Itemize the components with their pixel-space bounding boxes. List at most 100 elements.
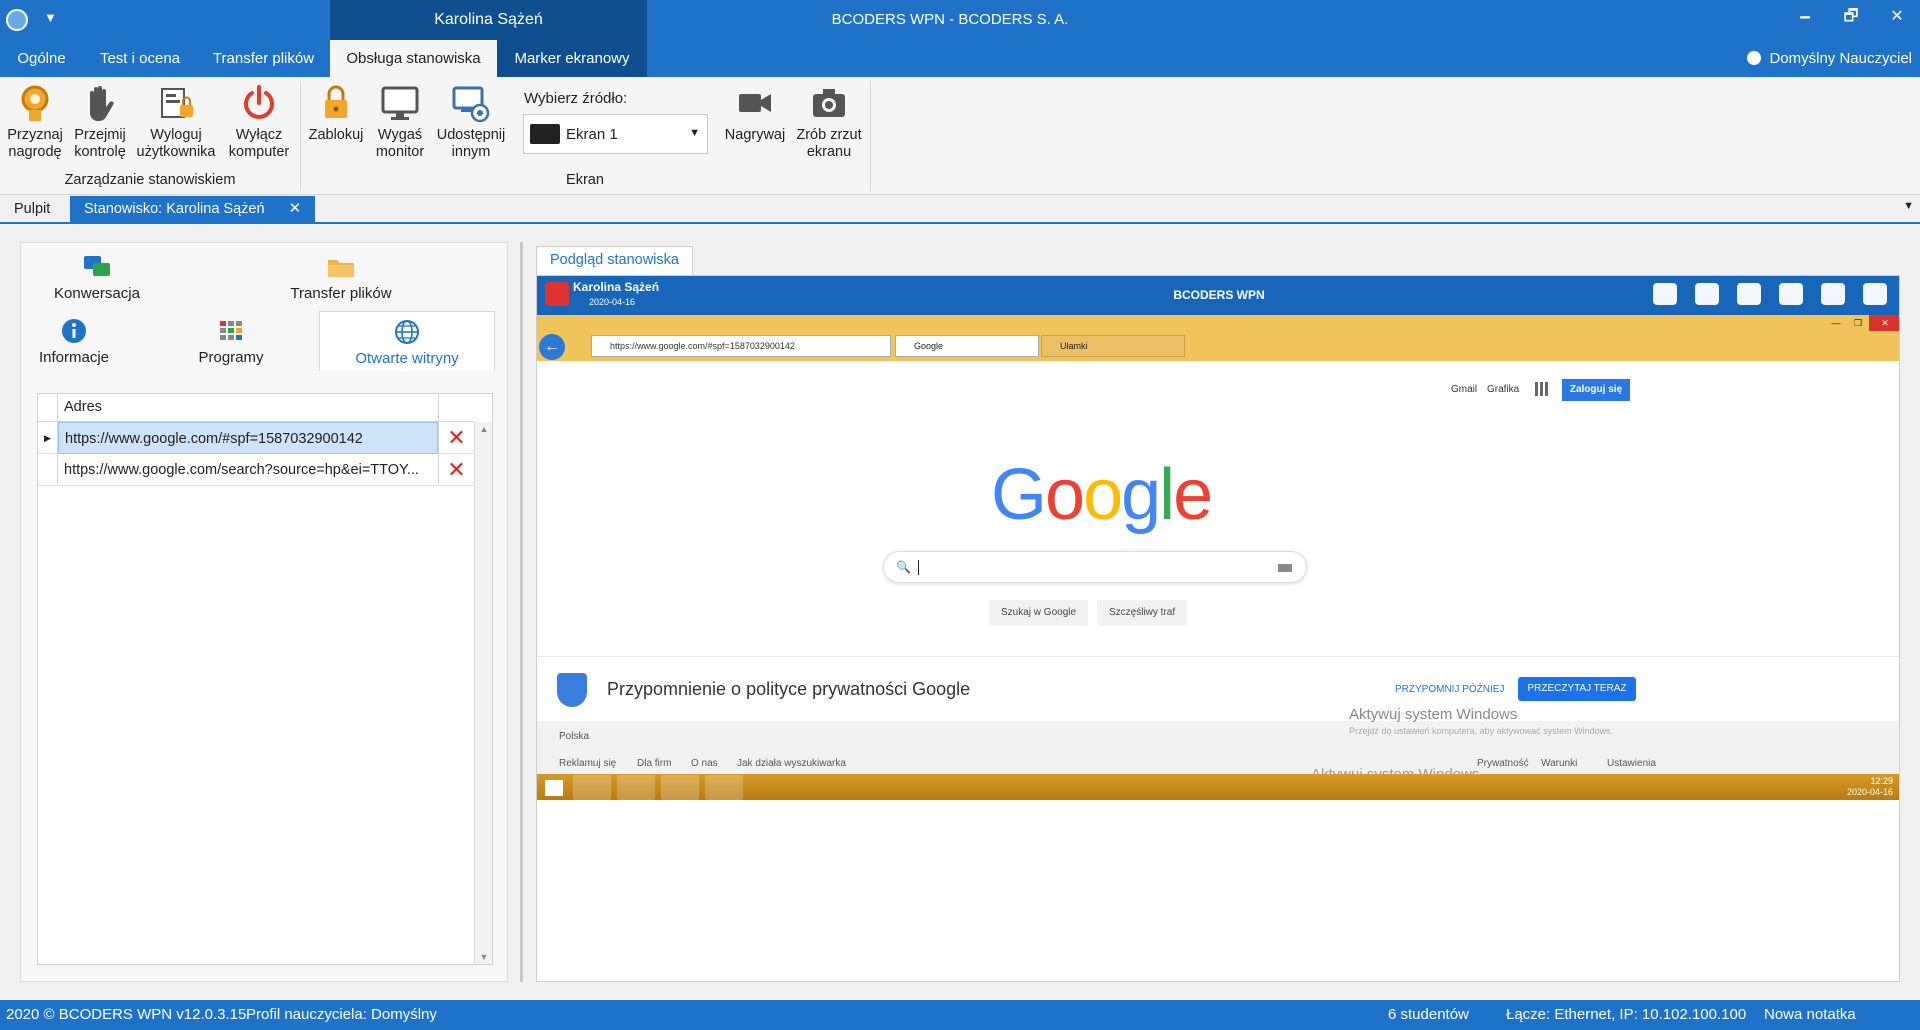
ribbon: Przyznaj nagrodę Przejmij kontrolę Wylog… xyxy=(0,77,1920,195)
screenshot-button[interactable]: Zrób zrzut ekranu xyxy=(790,83,868,161)
grid-header: Adres xyxy=(38,394,474,422)
tile-open-sites[interactable]: Otwarte witryny xyxy=(319,311,495,371)
screen-group-label: Ekran xyxy=(566,172,604,188)
vertical-scrollbar[interactable]: ▲ ▼ xyxy=(474,422,492,964)
minimize-icon[interactable]: 🗕 xyxy=(1782,0,1828,40)
table-row[interactable]: https://www.google.com/search?source=hp&… xyxy=(38,454,474,486)
footer-link: Jak działa wyszukiwarka xyxy=(737,758,846,769)
record-button[interactable]: Nagrywaj xyxy=(722,83,788,144)
google-footer: Polska Reklamuj się Dla firm O nas Jak d… xyxy=(537,721,1899,774)
logout-label-2: użytkownika xyxy=(136,144,216,160)
store-icon xyxy=(661,775,699,800)
images-link: Grafika xyxy=(1487,384,1520,395)
google-search-button: Szukaj w Google xyxy=(989,600,1089,626)
info-icon xyxy=(62,319,86,343)
take-control-label-2: kontrolę xyxy=(74,144,126,160)
screenshot-label-2: ekranu xyxy=(806,144,852,160)
chevron-down-icon: ▼ xyxy=(689,127,700,139)
award-icon xyxy=(21,85,49,121)
footer-link: Warunki xyxy=(1541,758,1578,769)
source-label: Wybierz źródło: xyxy=(524,90,628,107)
tile-conversation[interactable]: Konwersacja xyxy=(29,253,165,307)
blank-monitor-button[interactable]: Wygaś monitor xyxy=(370,83,430,161)
tabs-menu-icon[interactable]: ▼ xyxy=(1903,200,1914,212)
photo-camera-icon xyxy=(813,89,845,117)
blank-monitor-label-1: Wygaś xyxy=(377,127,423,143)
scroll-up-icon[interactable]: ▲ xyxy=(475,424,493,434)
tab-obsluga-stanowiska[interactable]: Obsługa stanowiska xyxy=(330,40,497,77)
remote-address-bar: https://www.google.com/#spf=158703290014… xyxy=(591,335,891,357)
row-gutter xyxy=(38,454,58,486)
teacher-name: Domyślny Nauczyciel xyxy=(1769,50,1912,67)
remote-clock: 12:29 2020-04-16 xyxy=(1847,776,1893,798)
record-label: Nagrywaj xyxy=(724,127,786,143)
close-icon[interactable]: ✕ xyxy=(1874,0,1920,40)
keyboard-icon xyxy=(1278,564,1292,572)
workstation-preview[interactable]: Karolina Sążeń 2020-04-16 BCODERS WPN ← … xyxy=(536,275,1900,982)
share-label-2: innym xyxy=(451,144,491,160)
teacher-profile[interactable]: Domyślny Nauczyciel xyxy=(1747,40,1912,77)
restore-icon[interactable]: 🗗 xyxy=(1828,0,1874,40)
shutdown-button[interactable]: Wyłącz komputer xyxy=(222,83,296,161)
share-screen-icon xyxy=(452,86,490,123)
take-control-button[interactable]: Przejmij kontrolę xyxy=(68,83,132,161)
shutdown-label-1: Wyłącz xyxy=(235,127,283,143)
source-select[interactable]: Ekran 1 ▼ xyxy=(523,114,708,154)
tile-info[interactable]: Informacje xyxy=(29,317,119,371)
country-label: Polska xyxy=(559,731,590,742)
footer-link: Ustawienia xyxy=(1607,758,1656,769)
delete-icon[interactable]: ✕ xyxy=(438,454,474,486)
award-button[interactable]: Przyznaj nagrodę xyxy=(4,83,66,161)
scroll-down-icon[interactable]: ▼ xyxy=(475,952,493,962)
network-status: Łącze: Ethernet, IP: 10.102.100.100 xyxy=(1506,1006,1747,1023)
activate-windows-hint: Przejdź do ustawień komputera, aby aktyw… xyxy=(1349,726,1614,736)
site-url[interactable]: https://www.google.com/#spf=158703290014… xyxy=(58,422,438,454)
power-icon xyxy=(244,85,274,119)
version-text: 2020 © BCODERS WPN v12.0.3.15 xyxy=(6,1006,247,1023)
tab-workstation-preview[interactable]: Podgląd stanowiska xyxy=(536,246,693,275)
folder-icon xyxy=(328,260,354,277)
remote-browser-bar: ← https://www.google.com/#spf=1587032900… xyxy=(537,315,1899,361)
globe-icon xyxy=(395,320,419,344)
logout-label-1: Wyloguj xyxy=(150,127,202,143)
lock-label: Zablokuj xyxy=(308,127,364,143)
tab-workstation-label: Stanowisko: Karolina Sążeń xyxy=(84,201,265,217)
remote-tab-ulamki: Ułamki xyxy=(1041,335,1185,357)
close-tab-icon[interactable]: ✕ xyxy=(289,200,302,217)
app-icon[interactable] xyxy=(6,9,28,31)
share-screen-button[interactable]: Udostępnij innym xyxy=(432,83,510,161)
footer-link: O nas xyxy=(691,758,718,769)
tile-file-transfer-label: Transfer plików xyxy=(290,285,392,302)
column-actions xyxy=(438,394,474,422)
remind-later-link: PRZYPOMNIJ PÓŹNIEJ xyxy=(1395,684,1505,695)
tab-transfer-plikow[interactable]: Transfer plików xyxy=(197,40,330,77)
remote-taskbar: 12:29 2020-04-16 xyxy=(537,774,1899,800)
tab-pulpit[interactable]: Pulpit xyxy=(0,196,64,222)
remote-minimize-icon: — xyxy=(1831,318,1841,328)
column-address[interactable]: Adres xyxy=(64,399,102,415)
tab-test-i-ocena[interactable]: Test i ocena xyxy=(83,40,197,77)
document-tabs: Pulpit Stanowisko: Karolina Sążeń ✕ ▼ xyxy=(0,196,1920,224)
panel-splitter[interactable] xyxy=(520,242,523,982)
tab-marker-ekranowy[interactable]: Marker ekranowy xyxy=(497,40,647,77)
google-logo: Google xyxy=(991,455,1213,535)
gmail-link: Gmail xyxy=(1451,384,1478,395)
delete-icon[interactable]: ✕ xyxy=(438,422,474,454)
apps-grid-icon xyxy=(1535,382,1549,396)
logout-user-button[interactable]: Wyloguj użytkownika xyxy=(134,83,218,161)
new-note-button[interactable]: Nowa notatka xyxy=(1764,1000,1856,1030)
row-indicator-icon: ▶ xyxy=(38,422,58,454)
students-count[interactable]: 6 studentów xyxy=(1388,1000,1469,1030)
tab-ogolne[interactable]: Ogólne xyxy=(0,40,83,77)
window-controls: 🗕 🗗 ✕ xyxy=(1782,0,1920,40)
tile-file-transfer[interactable]: Transfer plików xyxy=(261,253,421,307)
site-url[interactable]: https://www.google.com/search?source=hp&… xyxy=(58,454,438,486)
table-row[interactable]: ▶ https://www.google.com/#spf=1587032900… xyxy=(38,422,474,454)
window-title: BCODERS WPN - BCODERS S. A. xyxy=(831,11,1069,28)
quick-access-dropdown-icon[interactable]: ▼ xyxy=(44,10,57,25)
teacher-profile-status[interactable]: Profil nauczyciela: Domyślny xyxy=(246,1000,437,1030)
lock-button[interactable]: Zablokuj xyxy=(304,83,368,144)
title-bar: ▼ Karolina Sążeń BCODERS WPN - BCODERS S… xyxy=(0,0,1920,40)
tile-programs[interactable]: Programy xyxy=(161,317,301,371)
tab-workstation[interactable]: Stanowisko: Karolina Sążeń ✕ xyxy=(70,196,316,222)
